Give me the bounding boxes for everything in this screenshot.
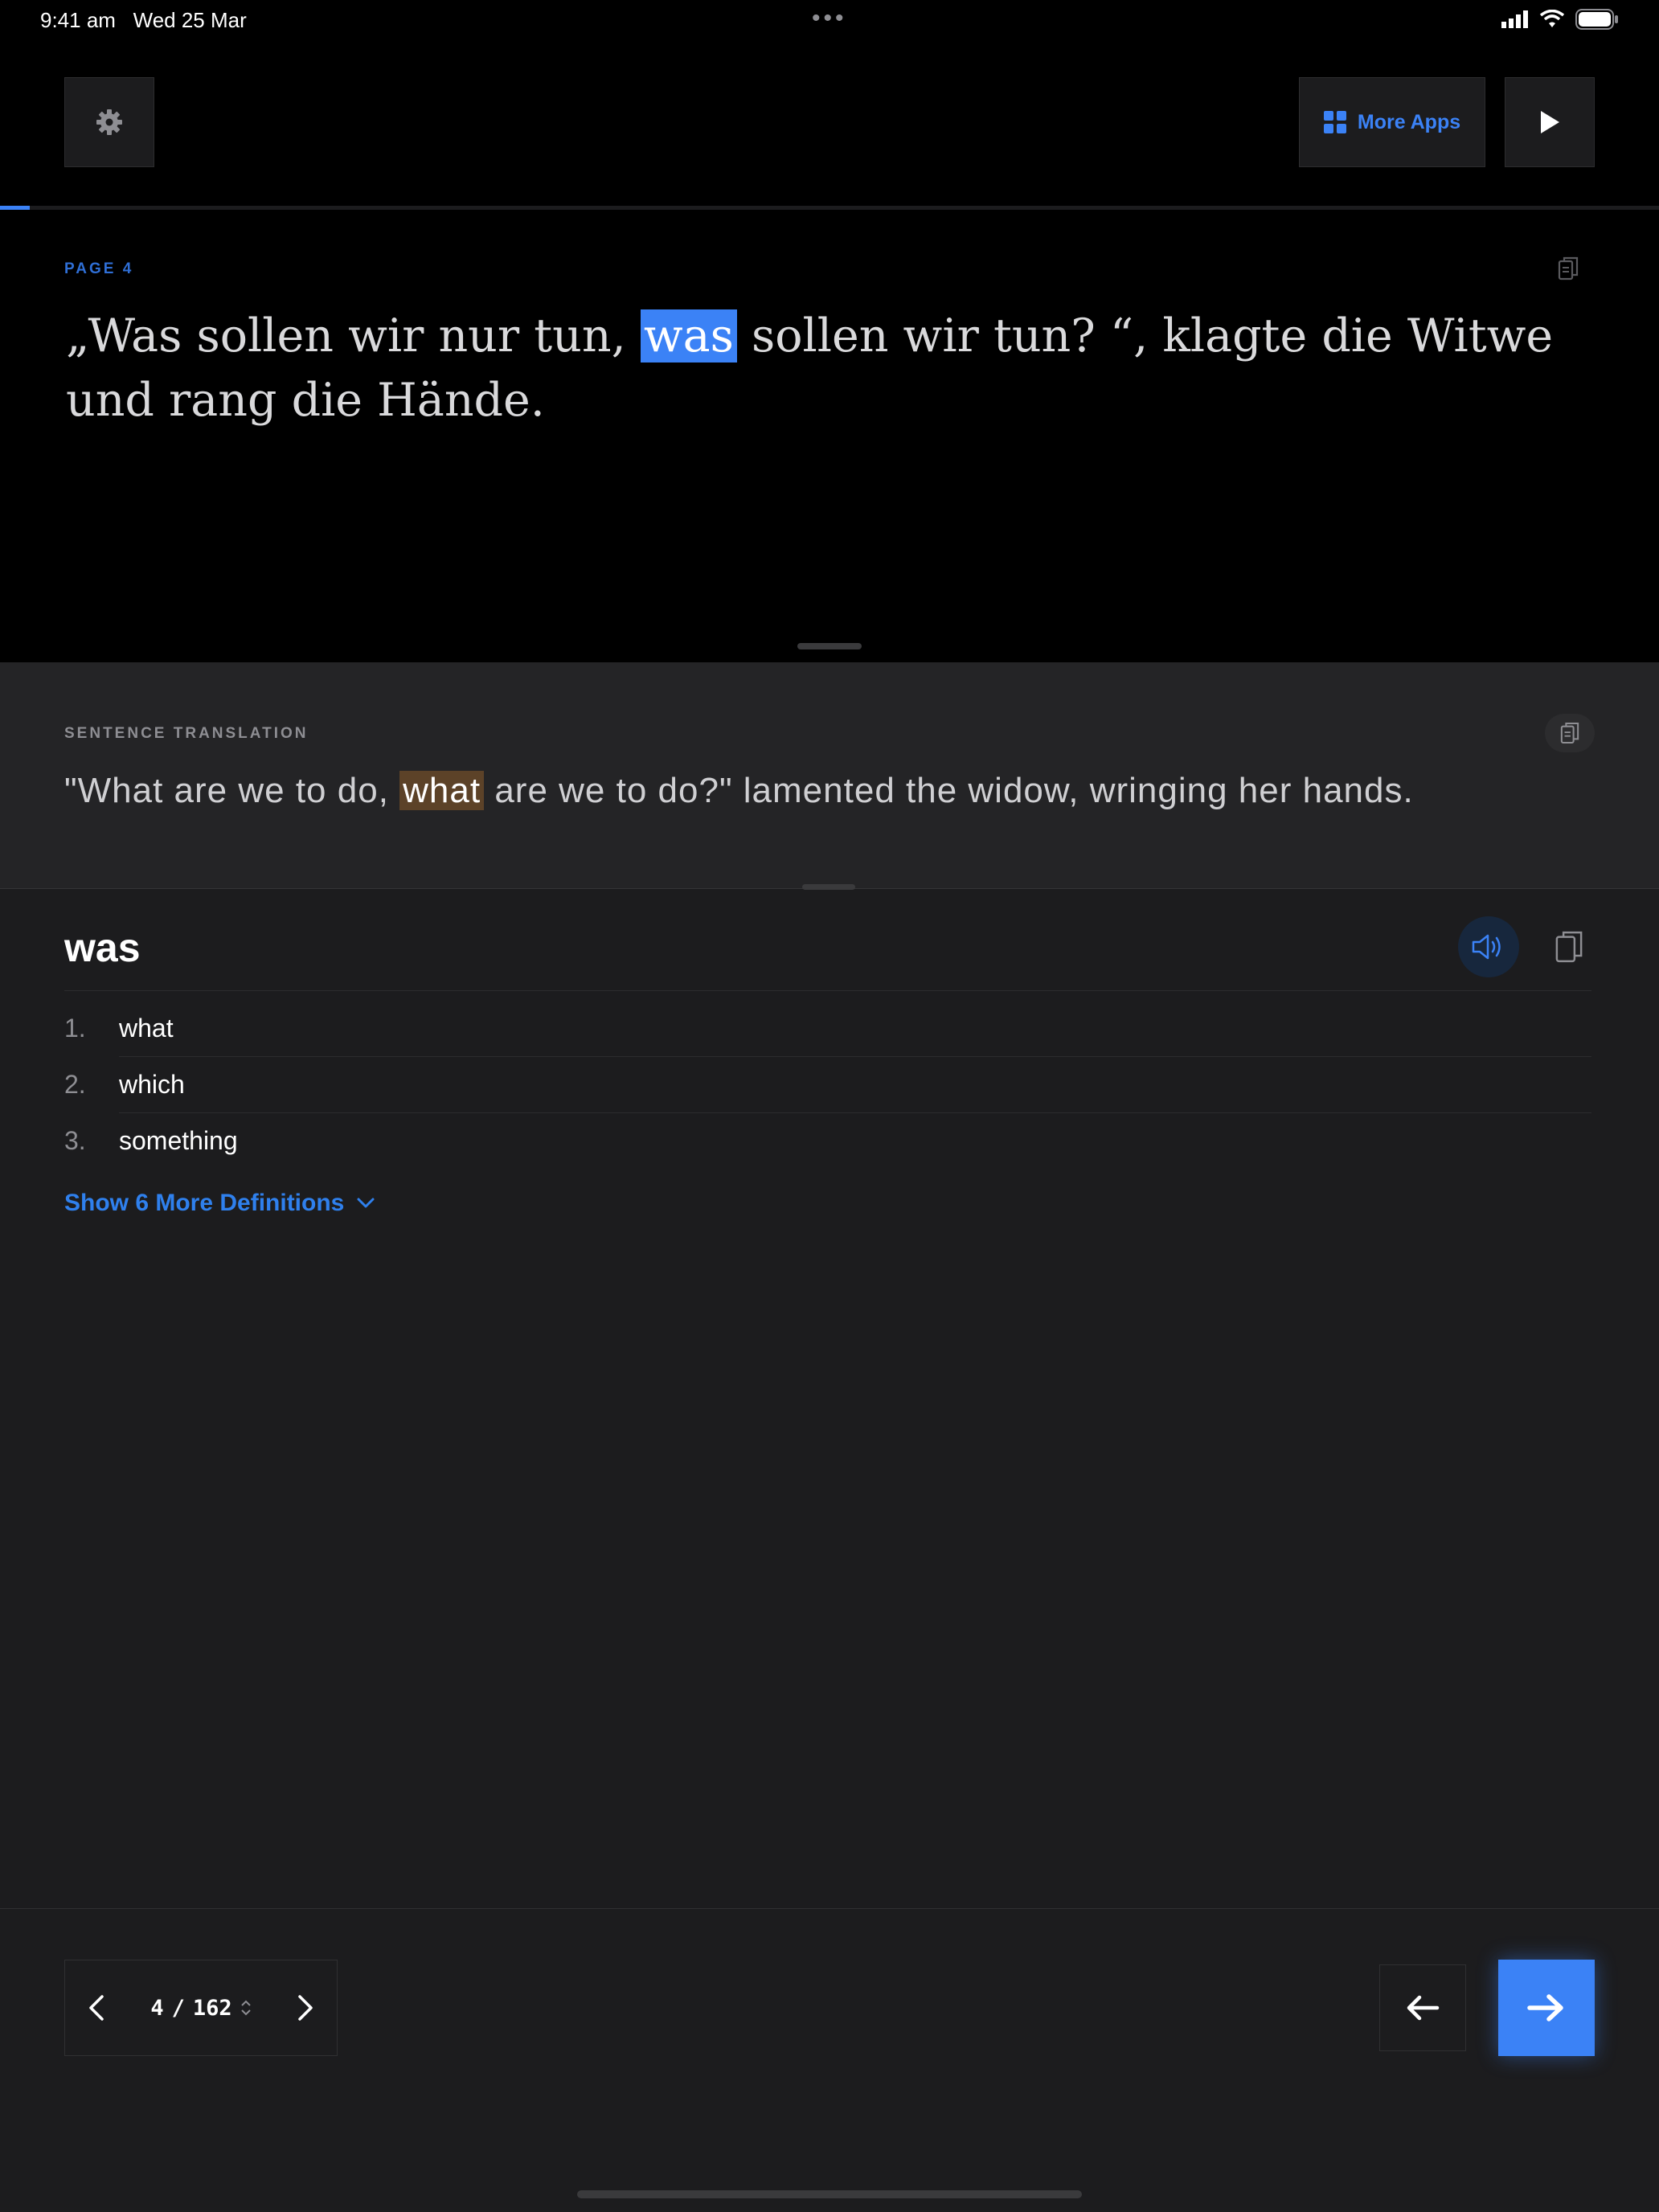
definition-word: was [64, 925, 141, 970]
speaker-icon [1472, 934, 1501, 960]
arrow-right-icon [1527, 1994, 1563, 2022]
divider [0, 1908, 1659, 1909]
translation-label: SENTENCE TRANSLATION [64, 725, 309, 742]
battery-icon [1575, 9, 1618, 30]
source-sentence[interactable]: „Was sollen wir nur tun, was sollen wir … [66, 304, 1593, 432]
copy-passage-button[interactable] [1558, 256, 1579, 285]
definition-item: 1. what [64, 1013, 174, 1043]
up-down-chevron-icon [240, 2000, 251, 2016]
show-more-definitions-button[interactable]: Show 6 More Definitions [64, 1190, 375, 1217]
definition-item: 2. which [64, 1069, 185, 1099]
copy-icon [1558, 256, 1579, 281]
previous-sentence-button[interactable] [1379, 1964, 1466, 2051]
resize-handle[interactable] [802, 884, 855, 890]
chevron-down-icon [357, 1198, 375, 1208]
current-page: 4 [150, 1995, 164, 2021]
gear-icon [96, 109, 122, 135]
copy-translation-button[interactable] [1545, 714, 1595, 752]
arrow-left-icon [1407, 1995, 1440, 2021]
home-indicator[interactable] [577, 2190, 1082, 2198]
play-icon [1541, 111, 1559, 133]
page-selector: 4 / 162 [64, 1960, 338, 2056]
divider [64, 990, 1591, 991]
status-time: 9:41 am Wed 25 Mar [40, 8, 247, 32]
reading-progress-track [0, 206, 1659, 210]
copy-icon [1560, 722, 1579, 744]
apps-grid-icon [1323, 111, 1346, 133]
chevron-right-icon[interactable] [297, 1994, 314, 2022]
multitask-dots-icon[interactable]: ••• [812, 5, 847, 32]
definition-item: 3. something [64, 1125, 238, 1155]
page-label: PAGE 4 [64, 260, 134, 277]
wifi-icon [1540, 10, 1564, 27]
more-apps-button[interactable]: More Apps [1299, 77, 1485, 167]
copy-definition-button[interactable] [1538, 916, 1600, 977]
pronounce-button[interactable] [1458, 916, 1519, 977]
more-apps-label: More Apps [1357, 110, 1461, 133]
translated-word: what [399, 771, 485, 810]
settings-button[interactable] [64, 77, 154, 167]
chevron-left-icon[interactable] [88, 1994, 105, 2022]
selected-word[interactable]: was [640, 309, 737, 363]
sentence-translation-panel: SENTENCE TRANSLATION "What are we to do,… [0, 662, 1659, 889]
page-indicator[interactable]: 4 / 162 [150, 1996, 251, 2021]
resize-handle[interactable] [797, 643, 862, 649]
reading-area: 9:41 am Wed 25 Mar ••• More Apps PAGE 4 … [0, 0, 1659, 662]
copy-icon [1555, 931, 1583, 963]
translation-text: "What are we to do, what are we to do?" … [64, 771, 1414, 810]
play-button[interactable] [1505, 77, 1595, 167]
next-sentence-button[interactable] [1498, 1960, 1595, 2056]
cellular-signal-icon [1501, 10, 1528, 28]
total-pages: 162 [192, 1995, 232, 2021]
reading-progress-fill [0, 206, 31, 210]
status-icons [1501, 8, 1619, 31]
